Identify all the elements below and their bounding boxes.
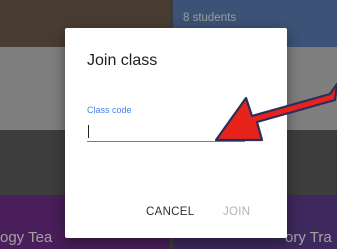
class-code-input[interactable]	[87, 121, 245, 142]
dialog-title: Join class	[87, 52, 158, 69]
dialog-actions: CANCEL JOIN	[65, 206, 287, 226]
join-class-dialog: Join class Class code CANCEL JOIN	[65, 28, 287, 238]
join-button[interactable]: JOIN	[223, 206, 250, 218]
cancel-button[interactable]: CANCEL	[146, 206, 194, 218]
class-code-label: Class code	[87, 105, 132, 115]
text-caret	[88, 125, 89, 138]
